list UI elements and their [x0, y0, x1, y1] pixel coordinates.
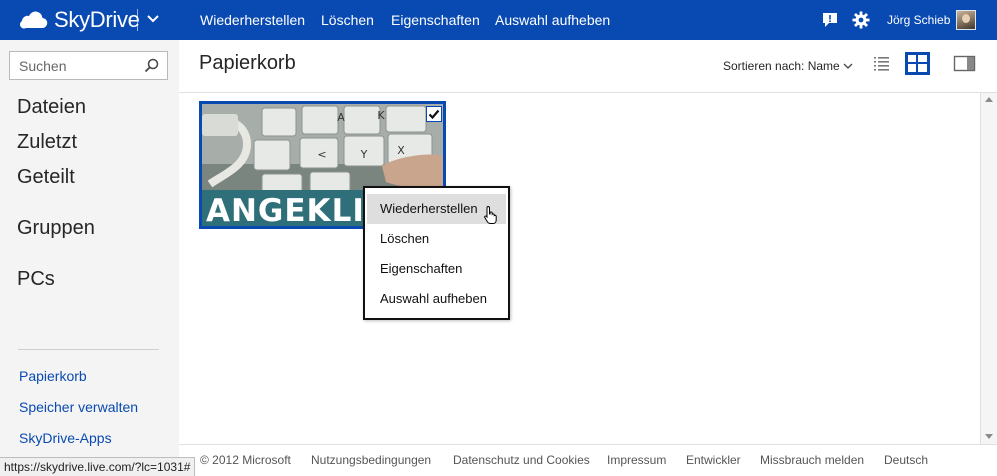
footer-link-privacy[interactable]: Datenschutz und Cookies — [453, 453, 590, 467]
menu-item-properties[interactable]: Eigenschaften — [367, 254, 506, 284]
menu-item-delete[interactable]: Löschen — [367, 224, 506, 254]
details-pane-icon[interactable] — [952, 52, 977, 75]
sidebar-item-shared[interactable]: Geteilt — [17, 166, 75, 189]
footer-divider — [179, 444, 997, 445]
brand-separator — [137, 9, 138, 31]
command-restore[interactable]: Wiederherstellen — [200, 0, 305, 40]
user-name[interactable]: Jörg Schieb — [887, 0, 950, 40]
key-label-lt: < — [317, 148, 326, 161]
sort-dropdown[interactable]: Sortieren nach: Name — [723, 59, 853, 73]
top-bar: SkyDrive Wiederherstellen Löschen Eigens… — [0, 0, 997, 40]
command-properties[interactable]: Eigenschaften — [391, 0, 480, 40]
sidebar-link-manage-storage[interactable]: Speicher verwalten — [19, 399, 138, 415]
footer-link-terms[interactable]: Nutzungsbedingungen — [311, 453, 431, 467]
tile-checkbox[interactable] — [426, 106, 442, 122]
sort-label: Sortieren nach: Name — [723, 59, 840, 73]
search-icon[interactable] — [144, 58, 159, 73]
page-title: Papierkorb — [199, 52, 296, 74]
skydrive-logo[interactable]: SkyDrive — [18, 0, 140, 40]
sidebar-link-recycle-bin[interactable]: Papierkorb — [19, 368, 87, 384]
content-divider — [179, 92, 997, 93]
footer-copyright: © 2012 Microsoft — [200, 453, 291, 467]
cloud-icon — [19, 11, 48, 29]
sidebar-divider — [18, 349, 159, 350]
chevron-down-icon — [843, 63, 853, 69]
hand-cursor-icon — [484, 205, 497, 224]
sidebar-item-recent[interactable]: Zuletzt — [17, 131, 77, 154]
chevron-down-icon[interactable] — [146, 12, 160, 26]
search-input[interactable] — [10, 52, 140, 79]
list-view-icon[interactable] — [869, 52, 894, 75]
tile-banner-text: ANGEKLI — [206, 193, 365, 226]
menu-item-clear-selection[interactable]: Auswahl aufheben — [367, 284, 506, 314]
footer-link-developers[interactable]: Entwickler — [686, 453, 741, 467]
key-label-x: X — [397, 144, 405, 157]
sidebar-item-files[interactable]: Dateien — [17, 96, 86, 119]
tile-view-icon[interactable] — [905, 52, 930, 75]
app-name: SkyDrive — [54, 7, 140, 32]
footer-link-imprint[interactable]: Impressum — [607, 453, 666, 467]
status-url: https://skydrive.live.com/?lc=1031# — [0, 457, 196, 476]
gear-icon[interactable] — [852, 11, 870, 29]
avatar[interactable] — [956, 10, 976, 30]
sidebar-item-pcs[interactable]: PCs — [17, 268, 55, 291]
sidebar-link-skydrive-apps[interactable]: SkyDrive-Apps — [19, 430, 112, 446]
command-clear-selection[interactable]: Auswahl aufheben — [495, 0, 610, 40]
scroll-up-arrow[interactable] — [985, 97, 993, 102]
search-box — [9, 51, 168, 80]
key-label-y: Y — [360, 148, 368, 161]
footer-link-report-abuse[interactable]: Missbrauch melden — [760, 453, 864, 467]
feedback-icon[interactable] — [821, 11, 839, 29]
key-label-k: K — [377, 109, 385, 122]
sidebar: Dateien Zuletzt Geteilt Gruppen PCs Papi… — [0, 40, 179, 476]
key-label-a: A — [337, 111, 345, 124]
footer-link-language[interactable]: Deutsch — [884, 453, 928, 467]
sidebar-item-groups[interactable]: Gruppen — [17, 217, 95, 240]
checkmark-icon — [428, 109, 440, 120]
command-delete[interactable]: Löschen — [321, 0, 374, 40]
scroll-down-arrow[interactable] — [985, 434, 993, 439]
scrollbar[interactable] — [980, 93, 997, 444]
